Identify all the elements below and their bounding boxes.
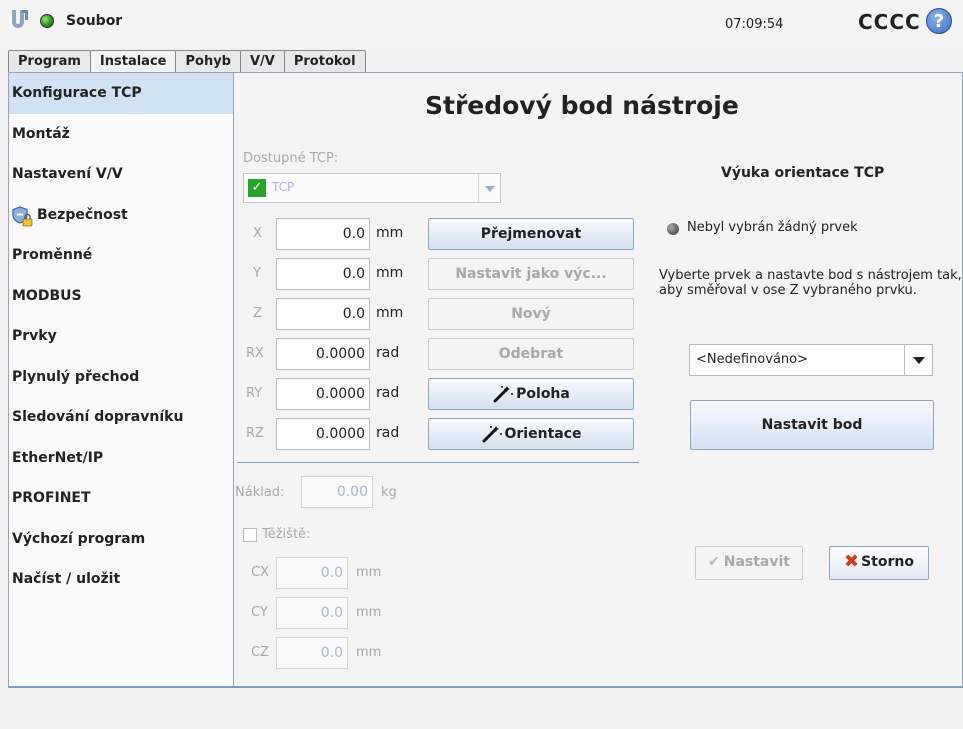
coord-rx-input[interactable]: 0.0000 — [276, 338, 370, 370]
tcp-active-check-icon: ✓ — [248, 179, 266, 197]
cog-unit: mm — [356, 645, 382, 660]
coord-unit: mm — [376, 265, 404, 281]
teach-orientation-title: Výuka orientace TCP — [721, 165, 885, 181]
apply-label: Nastavit — [723, 554, 790, 570]
cog-cz-input[interactable]: 0.0 — [276, 637, 348, 669]
sidebar-item-io-setup[interactable]: Nastavení V/V — [9, 154, 233, 195]
sidebar-item-load-save[interactable]: Načíst / uložit — [9, 559, 233, 600]
clock: 07:09:54 — [725, 17, 784, 32]
coord-y-input[interactable]: 0.0 — [276, 258, 370, 290]
coord-axis-label: RX — [246, 346, 264, 361]
close-icon: ✖ — [844, 551, 860, 572]
cog-unit: mm — [356, 565, 382, 580]
chevron-down-icon[interactable] — [904, 345, 932, 375]
sidebar-item-smooth-transition[interactable]: Plynulý přechod — [9, 357, 233, 398]
coord-unit: rad — [376, 425, 400, 441]
new-tcp-button[interactable]: Nový — [428, 298, 634, 330]
feature-status-icon — [667, 223, 679, 235]
coord-axis-label: Z — [253, 306, 262, 321]
tab-protokol[interactable]: Protokol — [283, 50, 366, 72]
coord-axis-label: RZ — [246, 426, 264, 441]
sidebar-item-variables[interactable]: Proměnné — [9, 235, 233, 276]
help-icon[interactable]: ? — [926, 8, 952, 34]
sidebar-item-mounting[interactable]: Montáž — [9, 114, 233, 155]
file-menu[interactable]: Soubor — [66, 13, 122, 29]
sidebar-item-modbus[interactable]: MODBUS — [9, 276, 233, 317]
coord-ry-input[interactable]: 0.0000 — [276, 378, 370, 410]
cog-axis-label: CZ — [251, 645, 269, 660]
center-of-gravity-checkbox[interactable] — [243, 528, 257, 542]
available-tcp-label: Dostupné TCP: — [243, 151, 339, 166]
cog-cy-input[interactable]: 0.0 — [276, 597, 348, 629]
tab-vv[interactable]: V/V — [239, 50, 285, 72]
teach-hint-text: Vyberte prvek a nastavte bod s nástrojem… — [659, 268, 962, 298]
installation-sidebar: Konfigurace TCP Montáž Nastavení V/V Bez… — [9, 73, 234, 686]
coord-axis-label: Y — [253, 266, 261, 281]
magic-wand-icon — [482, 426, 502, 443]
section-divider — [237, 462, 639, 463]
rename-button[interactable]: Přejmenovat — [428, 218, 634, 250]
payload-unit: kg — [381, 485, 397, 500]
teach-position-label: Poloha — [516, 386, 570, 402]
payload-input[interactable]: 0.00 — [301, 476, 373, 508]
teach-position-button[interactable]: Poloha — [428, 378, 634, 410]
no-feature-status: Nebyl vybrán žádný prvek — [687, 220, 858, 235]
center-of-gravity-label: Těžiště: — [262, 527, 311, 542]
tcp-config-content: Středový bod nástroje Dostupné TCP: ✓ TC… — [235, 73, 963, 686]
cog-axis-label: CY — [251, 605, 268, 620]
chevron-down-icon[interactable] — [478, 174, 500, 202]
coord-rz-input[interactable]: 0.0000 — [276, 418, 370, 450]
available-tcp-select[interactable]: ✓ TCP — [243, 173, 501, 203]
tab-pohyb[interactable]: Pohyb — [175, 50, 241, 72]
tab-program[interactable]: Program — [8, 50, 91, 72]
robot-name: CCCC — [858, 10, 921, 34]
teach-orientation-button[interactable]: Orientace — [428, 418, 634, 450]
main-tabs: Program Instalace Pohyb V/V Protokol — [8, 50, 366, 72]
set-default-button[interactable]: Nastavit jako výc... — [428, 258, 634, 290]
installation-panel: Konfigurace TCP Montáž Nastavení V/V Bez… — [8, 72, 963, 688]
checkmark-icon: ✔ — [708, 554, 720, 570]
coord-axis-label: X — [253, 226, 262, 241]
coord-axis-label: RY — [246, 386, 263, 401]
sidebar-item-features[interactable]: Prvky — [9, 316, 233, 357]
feature-select[interactable]: <Nedefinováno> — [689, 344, 933, 376]
sidebar-item-conveyor-tracking[interactable]: Sledování dopravníku — [9, 397, 233, 438]
sidebar-item-profinet[interactable]: PROFINET — [9, 478, 233, 519]
sidebar-item-default-program[interactable]: Výchozí program — [9, 519, 233, 560]
top-bar: Soubor 07:09:54 CCCC ? — [0, 0, 963, 48]
sidebar-item-tcp-config[interactable]: Konfigurace TCP — [9, 73, 233, 114]
page-title: Středový bod nástroje — [425, 91, 739, 120]
tab-instalace[interactable]: Instalace — [89, 50, 177, 72]
ur-logo-icon — [12, 10, 28, 28]
coord-x-input[interactable]: 0.0 — [276, 218, 370, 250]
remove-tcp-button[interactable]: Odebrat — [428, 338, 634, 370]
sidebar-item-safety[interactable]: Bezpečnost — [9, 195, 233, 236]
coord-z-input[interactable]: 0.0 — [276, 298, 370, 330]
robot-status-icon — [40, 14, 54, 28]
cancel-label: Storno — [861, 554, 914, 570]
coord-unit: mm — [376, 305, 404, 321]
feature-select-value: <Nedefinováno> — [696, 352, 808, 367]
cog-axis-label: CX — [251, 565, 269, 580]
shield-lock-icon — [12, 204, 34, 226]
cancel-button[interactable]: ✖ Storno — [829, 546, 929, 580]
coord-unit: rad — [376, 385, 400, 401]
tcp-select-value: TCP — [272, 180, 295, 194]
coord-unit: rad — [376, 345, 400, 361]
sidebar-item-safety-label: Bezpečnost — [37, 206, 128, 223]
magic-wand-icon — [493, 386, 514, 403]
payload-label: Náklad: — [235, 485, 285, 500]
teach-orientation-label: Orientace — [504, 426, 582, 442]
cog-unit: mm — [356, 605, 382, 620]
apply-button[interactable]: ✔ Nastavit — [695, 546, 803, 580]
sidebar-item-ethernet-ip[interactable]: EtherNet/IP — [9, 438, 233, 479]
coord-unit: mm — [376, 225, 404, 241]
cog-cx-input[interactable]: 0.0 — [276, 557, 348, 589]
set-point-button[interactable]: Nastavit bod — [690, 400, 934, 450]
